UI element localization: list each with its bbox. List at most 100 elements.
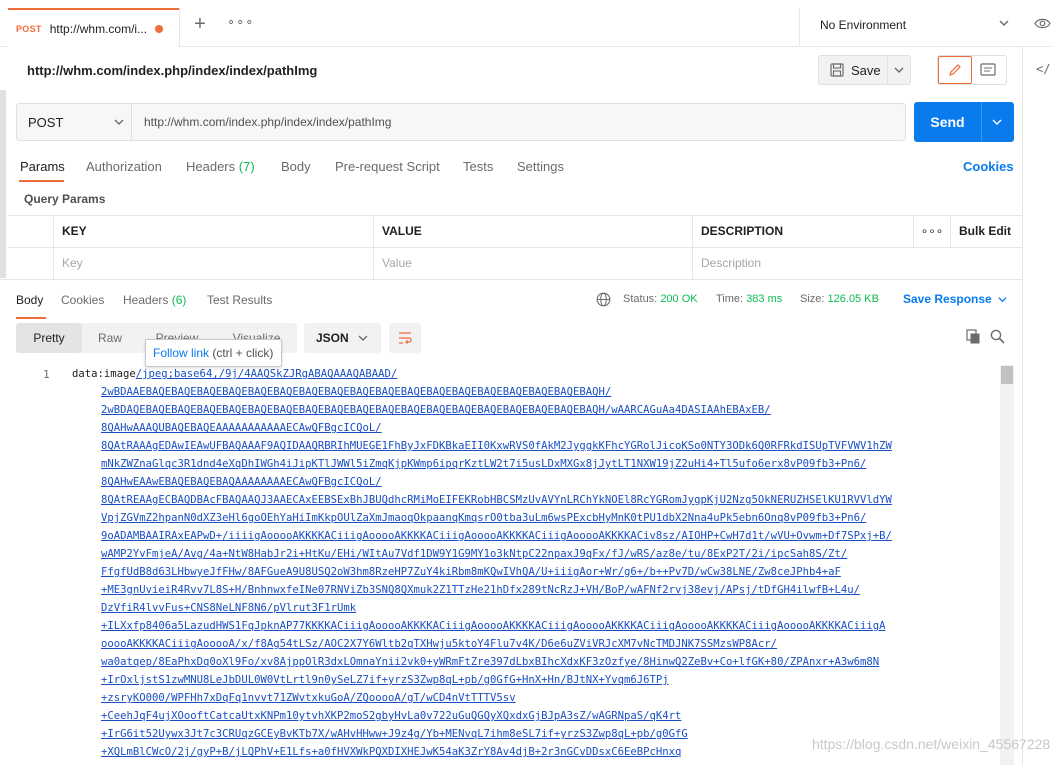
search-icon[interactable] xyxy=(990,329,1005,344)
request-title[interactable]: http://whm.com/index.php/index/index/pat… xyxy=(27,63,317,78)
save-button[interactable]: Save xyxy=(818,55,911,85)
eye-icon[interactable] xyxy=(1034,17,1051,30)
bulk-edit-button[interactable]: Bulk Edit xyxy=(950,216,1022,247)
code-line: 8QAtRAAAgEDAwIEAwUFBAQAAAF9AQIDAAQRBRIhM… xyxy=(101,437,892,455)
method-select[interactable]: POST xyxy=(17,104,132,140)
tooltip-link-text: Follow link xyxy=(153,346,210,360)
response-tab-cookies[interactable]: Cookies xyxy=(61,293,104,307)
copy-icon[interactable] xyxy=(966,329,981,344)
table-header-row: KEY VALUE DESCRIPTION ∘∘∘ Bulk Edit xyxy=(8,216,1022,248)
response-tab-body[interactable]: Body xyxy=(16,293,43,307)
table-row: Key Value Description xyxy=(8,248,1022,280)
base64-link[interactable]: 8QAHwEAAwEBAQEBAQEBAQAAAAAAAAECAwQFBgcIC… xyxy=(101,476,382,488)
base64-link[interactable]: 9oADAMBAAIRAxEAPwD+/iiiigAooooAKKKKACiii… xyxy=(101,530,892,542)
format-select[interactable]: JSON xyxy=(304,323,381,353)
tab-headers[interactable]: Headers (7) xyxy=(186,159,255,174)
base64-link[interactable]: 8QAHwAAAQUBAQEBAQEAAAAAAAAAAAECAwQFBgcIC… xyxy=(101,422,382,434)
base64-link[interactable]: +ILXxfp8406a5LazudHWS1FqJpknAP77KKKKACii… xyxy=(101,620,886,632)
base64-link[interactable]: +ME3gnUvieiR4Rvv7L8S+H/BnhnwxfeINe07RNVi… xyxy=(101,584,860,596)
watermark: https://blog.csdn.net/weixin_45567228 xyxy=(812,736,1051,752)
code-line: wa0atqep/8EaPhxDq0oXl9Fo/xv8AjppOlR3dxLO… xyxy=(101,653,879,671)
tab-tests[interactable]: Tests xyxy=(463,159,493,174)
save-response-button[interactable]: Save Response xyxy=(903,292,992,306)
base64-link[interactable]: +XQLmBlCWcO/2j/gyP+B/jLQPhV+E1Lfs+a0fHVX… xyxy=(101,746,681,758)
edit-button[interactable] xyxy=(938,56,972,84)
tab-params[interactable]: Params xyxy=(20,159,65,174)
url-input[interactable] xyxy=(133,104,903,140)
wrap-lines-icon xyxy=(399,332,412,344)
value-input[interactable]: Value xyxy=(373,248,692,279)
code-line: 9oADAMBAAIRAxEAPwD+/iiiigAooooAKKKKACiii… xyxy=(101,527,892,545)
send-split xyxy=(981,102,982,142)
time-readout[interactable]: Time: 383 ms xyxy=(716,293,782,305)
size-readout[interactable]: Size: 126.05 KB xyxy=(800,293,879,305)
cookies-link[interactable]: Cookies xyxy=(963,159,1014,174)
tab-settings[interactable]: Settings xyxy=(517,159,564,174)
description-input[interactable]: Description xyxy=(692,248,1022,279)
code-line: DzVfiR4lvvFus+CNS8NeLNF8N6/pVlrut3F1rUmk xyxy=(101,599,356,617)
base64-link[interactable]: /jpeg;base64,/9j/4AAQSkZJRgABAQAAAQABAAD… xyxy=(136,368,398,380)
base64-link[interactable]: DzVfiR4lvvFus+CNS8NeLNF8N6/pVlrut3F1rUmk xyxy=(101,602,356,614)
send-button[interactable]: Send xyxy=(914,102,1014,142)
left-scrollbar[interactable] xyxy=(0,90,6,278)
new-tab-plus-icon[interactable]: + xyxy=(190,14,210,34)
code-line: 2wBDAQEBAQEBAQEBAQEBAQEBAQEBAQEBAQEBAQEB… xyxy=(101,401,771,419)
tab-authorization[interactable]: Authorization xyxy=(86,159,162,174)
base64-link[interactable]: +zsryKO000/WPFHh7xDqFq1nvvt71ZWvtxkuGoA/… xyxy=(101,692,516,704)
tab-divider xyxy=(179,8,180,47)
code-line: data:image/jpeg;base64,/9j/4AAQSkZJRgABA… xyxy=(72,368,398,380)
request-tab[interactable]: POST http://whm.com/i... xyxy=(8,8,179,47)
mode-raw[interactable]: Raw xyxy=(82,323,138,353)
tab-pre-request-script[interactable]: Pre-request Script xyxy=(335,159,440,174)
base64-link[interactable]: 2wBDAAEBAQEBAQEBAQEBAQEBAQEBAQEBAQEBAQEB… xyxy=(101,386,611,398)
tab-body[interactable]: Body xyxy=(281,159,311,174)
base64-link[interactable]: mNkZWZnaGlqc3R1dnd4eXqDhIWGh4iJipKTlJWWl… xyxy=(101,458,866,470)
active-tab-indicator xyxy=(19,180,64,182)
base64-link[interactable]: +IrOxljstS1zwMNU8LeJbDUL0W0VtLrtl9n0ySeL… xyxy=(101,674,669,686)
base64-link[interactable]: wAMP2YvFmjeA/Avg/4a+NtW8HabJr2i+HtKu/EHi… xyxy=(101,548,847,560)
environment-select[interactable]: No Environment xyxy=(820,18,906,32)
code-line: +ILXxfp8406a5LazudHWS1FqJpknAP77KKKKACii… xyxy=(101,617,886,635)
base64-link[interactable]: VpjZGVmZ2hpanN0dXZ3eHl6goOEhYaHiImKkpOUl… xyxy=(101,512,866,524)
comment-icon[interactable] xyxy=(980,63,996,77)
code-line: FfgfUdB8d63LHbwyeJfFHw/8AFGueA9U8USQ2oW3… xyxy=(101,563,841,581)
base64-link[interactable]: wa0atqep/8EaPhxDq0oXl9Fo/xv8AjppOlR3dxLO… xyxy=(101,656,879,668)
chevron-down-icon[interactable] xyxy=(999,18,1009,28)
query-params-title: Query Params xyxy=(24,192,106,206)
code-scrollbar[interactable] xyxy=(1000,365,1014,765)
chevron-down-icon[interactable] xyxy=(998,295,1007,304)
tab-url: http://whm.com/i... xyxy=(49,21,148,36)
base64-link[interactable]: +IrG6it52Uywx3Jt7c3CRUqzGCEyBvKTb7X/wAHv… xyxy=(101,728,688,740)
code-line: +ME3gnUvieiR4Rvv7L8S+H/BnhnwxfeINe07RNVi… xyxy=(101,581,860,599)
key-input[interactable]: Key xyxy=(53,248,373,279)
code-line: 8QAHwEAAwEBAQEBAQEBAQAAAAAAAAECAwQFBgcIC… xyxy=(101,473,382,491)
mode-pretty[interactable]: Pretty xyxy=(16,323,82,353)
right-sidebar xyxy=(1022,47,1051,765)
value-header: VALUE xyxy=(373,216,692,247)
base64-link[interactable]: +CeehJqF4ujXOooftCatcaUtxKNPm10ytvhXKP2m… xyxy=(101,710,681,722)
code-snippet-icon[interactable]: </> xyxy=(1036,62,1051,76)
response-body-code[interactable]: 1 data:image/jpeg;base64,/9j/4AAQSkZJRgA… xyxy=(16,364,996,765)
response-tab-test-results[interactable]: Test Results xyxy=(207,293,272,307)
chevron-down-icon[interactable] xyxy=(992,117,1002,127)
response-tab-headers[interactable]: Headers (6) xyxy=(123,293,186,307)
base64-link[interactable]: FfgfUdB8d63LHbwyeJfFHw/8AFGueA9U8USQ2oW3… xyxy=(101,566,841,578)
method-label: POST xyxy=(28,114,64,130)
send-label: Send xyxy=(930,114,965,130)
code-line: mNkZWZnaGlqc3R1dnd4eXqDhIWGh4iJipKTlJWWl… xyxy=(101,455,866,473)
base64-link[interactable]: 2wBDAQEBAQEBAQEBAQEBAQEBAQEBAQEBAQEBAQEB… xyxy=(101,404,771,416)
more-options-icon[interactable]: ∘∘∘ xyxy=(913,216,950,247)
chevron-down-icon[interactable] xyxy=(894,65,904,75)
base64-link[interactable]: 8QAtREAAgECBAQDBAcFBAQAAQJ3AAECAxEEBSExB… xyxy=(101,494,892,506)
follow-link-tooltip: Follow link (ctrl + click) xyxy=(145,339,282,367)
view-toggle-group xyxy=(937,55,1007,85)
base64-link[interactable]: ooooAKKKKACiiigAooooA/x/f8Ag54tLSz/AOC2X… xyxy=(101,638,777,650)
globe-icon[interactable] xyxy=(596,292,611,307)
code-line: +XQLmBlCWcO/2j/gyP+B/jLQPhV+E1Lfs+a0fHVX… xyxy=(101,743,681,761)
more-tabs-icon[interactable]: ∘∘∘ xyxy=(227,14,254,30)
base64-link[interactable]: 8QAtRAAAgEDAwIEAwUFBAQAAAF9AQIDAAQRBRIhM… xyxy=(101,440,892,452)
code-scrollbar-thumb[interactable] xyxy=(1001,366,1013,384)
line-number: 1 xyxy=(43,368,50,381)
wrap-lines-button[interactable] xyxy=(389,323,421,353)
status-readout[interactable]: Status: 200 OK xyxy=(623,293,698,305)
